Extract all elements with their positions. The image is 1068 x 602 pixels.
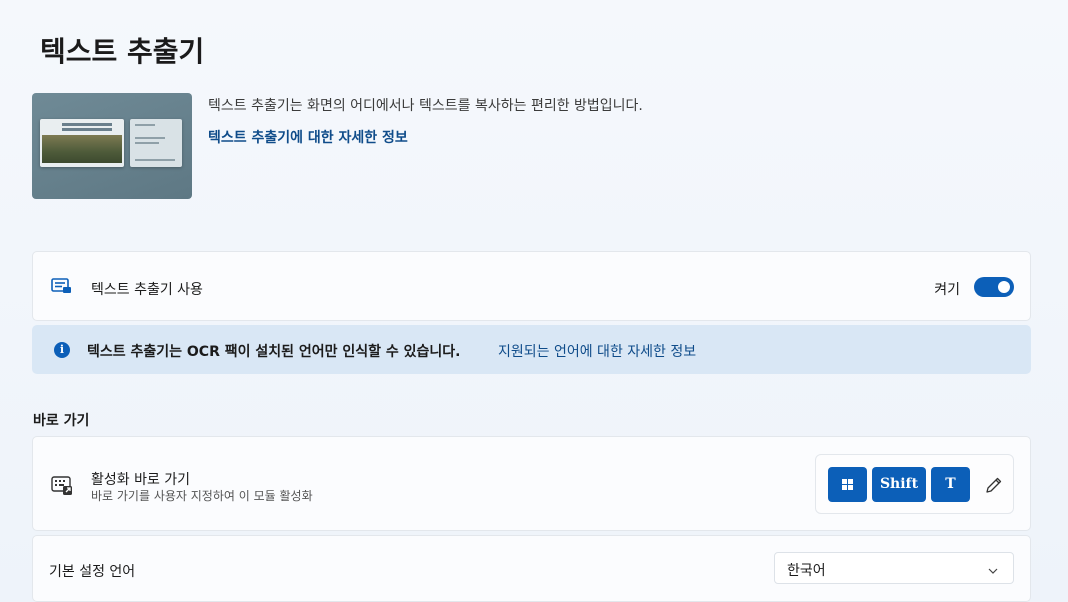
activation-shortcut-card: 활성화 바로 가기 바로 가기를 사용자 지정하여 이 모듈 활성화 Shift… bbox=[32, 436, 1031, 531]
hero-description: 텍스트 추출기는 화면의 어디에서나 텍스트를 복사하는 편리한 방법입니다. bbox=[208, 98, 643, 114]
pencil-icon[interactable] bbox=[984, 475, 1004, 495]
text-extractor-icon bbox=[51, 277, 73, 299]
language-card: 기본 설정 언어 한국어 bbox=[32, 535, 1031, 602]
info-message: 텍스트 추출기는 OCR 팩이 설치된 언어만 인식할 수 있습니다. bbox=[87, 344, 461, 360]
info-bar: i 텍스트 추출기는 OCR 팩이 설치된 언어만 인식할 수 있습니다. 지원… bbox=[32, 325, 1031, 374]
enable-card: 텍스트 추출기 사용 켜기 bbox=[32, 251, 1031, 321]
learn-more-link[interactable]: 텍스트 추출기에 대한 자세한 정보 bbox=[208, 127, 408, 147]
toggle-state-label: 켜기 bbox=[934, 282, 960, 298]
hero-image bbox=[32, 93, 192, 199]
activation-shortcut-description: 바로 가기를 사용자 지정하여 이 모듈 활성화 bbox=[91, 489, 313, 503]
activation-shortcut-label: 활성화 바로 가기 bbox=[91, 472, 191, 488]
enable-toggle[interactable] bbox=[974, 277, 1014, 297]
enable-label: 텍스트 추출기 사용 bbox=[91, 282, 203, 298]
hero-panel-graphic bbox=[130, 119, 182, 167]
language-label: 기본 설정 언어 bbox=[49, 564, 136, 580]
shortcut-section-title: 바로 가기 bbox=[33, 413, 90, 429]
toggle-knob bbox=[998, 281, 1010, 293]
language-selected-value: 한국어 bbox=[787, 563, 826, 579]
t-key: T bbox=[931, 467, 970, 502]
chevron-down-icon bbox=[987, 562, 999, 581]
hero-document-graphic bbox=[40, 119, 124, 167]
windows-key bbox=[828, 467, 867, 502]
language-select[interactable]: 한국어 bbox=[774, 552, 1014, 584]
info-icon: i bbox=[54, 342, 70, 358]
shortcut-keys-box[interactable]: Shift T bbox=[815, 454, 1014, 514]
keyboard-icon bbox=[51, 474, 73, 500]
shift-key: Shift bbox=[872, 467, 926, 502]
supported-languages-link[interactable]: 지원되는 언어에 대한 자세한 정보 bbox=[498, 341, 696, 361]
page-title: 텍스트 추출기 bbox=[40, 35, 205, 68]
